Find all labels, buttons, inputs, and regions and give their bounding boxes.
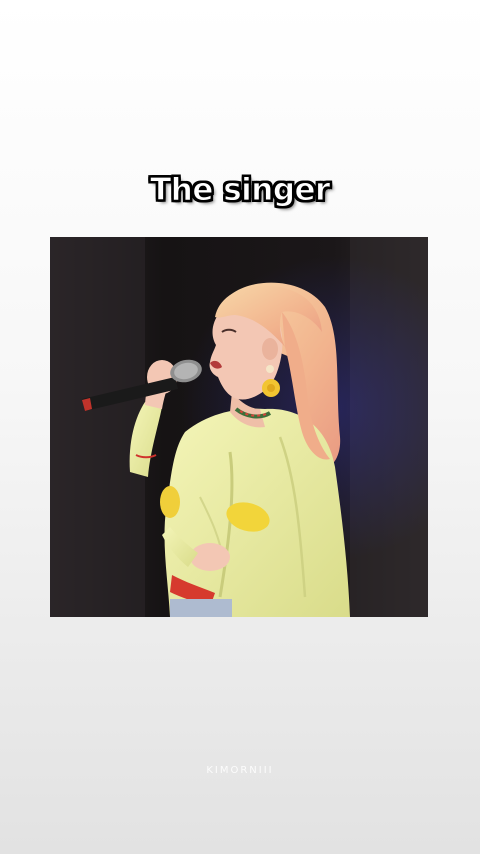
singer-photo [50,237,428,617]
watermark-text: KIMORNIII [206,765,274,776]
caption-text: The singer [150,172,331,209]
